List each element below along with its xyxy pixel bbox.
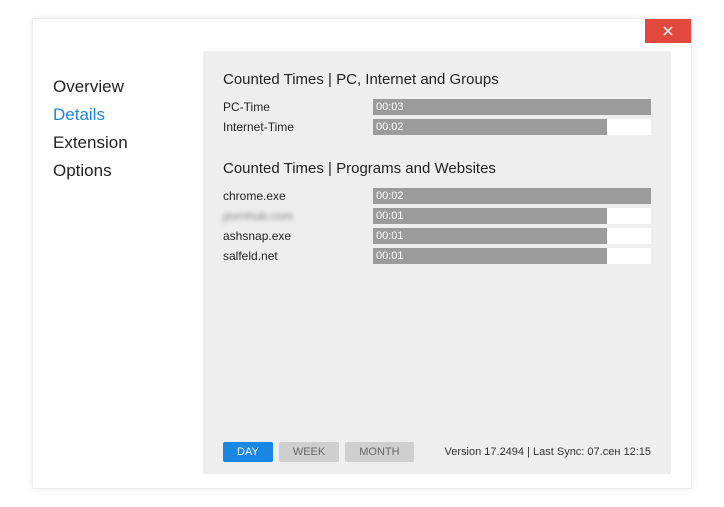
usage-bar-fill: 00:01 [373,248,607,264]
usage-row-label: pornhub.com [223,209,373,223]
range-day-button[interactable]: DAY [223,442,273,462]
usage-row: PC-Time00:03 [223,98,651,116]
main-panel: Counted Times | PC, Internet and Groups … [203,51,671,474]
footer-version-text: Version 17.2494 | Last Sync: 07.сен 12:1… [445,446,651,458]
usage-row: Internet-Time00:02 [223,118,651,136]
usage-bar-track: 00:01 [373,208,651,224]
usage-bar-value: 00:02 [376,188,404,204]
usage-bar-value: 00:01 [376,248,404,264]
usage-row: chrome.exe00:02 [223,187,651,205]
usage-bar-fill: 00:03 [373,99,651,115]
usage-bar-fill: 00:01 [373,228,607,244]
close-icon [663,26,673,36]
usage-row: ashsnap.exe00:01 [223,227,651,245]
usage-bar-value: 00:01 [376,208,404,224]
usage-row-label: PC-Time [223,100,373,114]
sidebar-item-options[interactable]: Options [53,157,203,185]
usage-row-label: ashsnap.exe [223,229,373,243]
titlebar [33,19,691,51]
usage-row-label: Internet-Time [223,120,373,134]
usage-bar-track: 00:02 [373,188,651,204]
usage-bar-fill: 00:02 [373,119,607,135]
sidebar-item-extension[interactable]: Extension [53,129,203,157]
sidebar-item-overview[interactable]: Overview [53,73,203,101]
usage-bar-track: 00:02 [373,119,651,135]
usage-row-label: salfeld.net [223,249,373,263]
usage-bar-fill: 00:01 [373,208,607,224]
section-title-programs: Counted Times | Programs and Websites [223,160,651,177]
body: Overview Details Extension Options Count… [33,51,691,488]
footer: DAY WEEK MONTH Version 17.2494 | Last Sy… [223,442,651,462]
section-programs: chrome.exe00:02pornhub.com00:01ashsnap.e… [223,187,651,267]
usage-bar-track: 00:01 [373,228,651,244]
usage-bar-track: 00:01 [373,248,651,264]
section-title-pc-groups: Counted Times | PC, Internet and Groups [223,71,651,88]
usage-row: pornhub.com00:01 [223,207,651,225]
range-month-button[interactable]: MONTH [345,442,413,462]
usage-bar-track: 00:03 [373,99,651,115]
usage-bar-value: 00:02 [376,119,404,135]
section-pc-groups: PC-Time00:03Internet-Time00:02 [223,98,651,138]
usage-bar-value: 00:03 [376,99,404,115]
sidebar-item-details[interactable]: Details [53,101,203,129]
usage-row-label: chrome.exe [223,189,373,203]
close-button[interactable] [645,19,691,43]
usage-row: salfeld.net00:01 [223,247,651,265]
range-week-button[interactable]: WEEK [279,442,339,462]
usage-bar-value: 00:01 [376,228,404,244]
usage-bar-fill: 00:02 [373,188,651,204]
sidebar: Overview Details Extension Options [53,51,203,474]
app-window: Overview Details Extension Options Count… [32,18,692,489]
